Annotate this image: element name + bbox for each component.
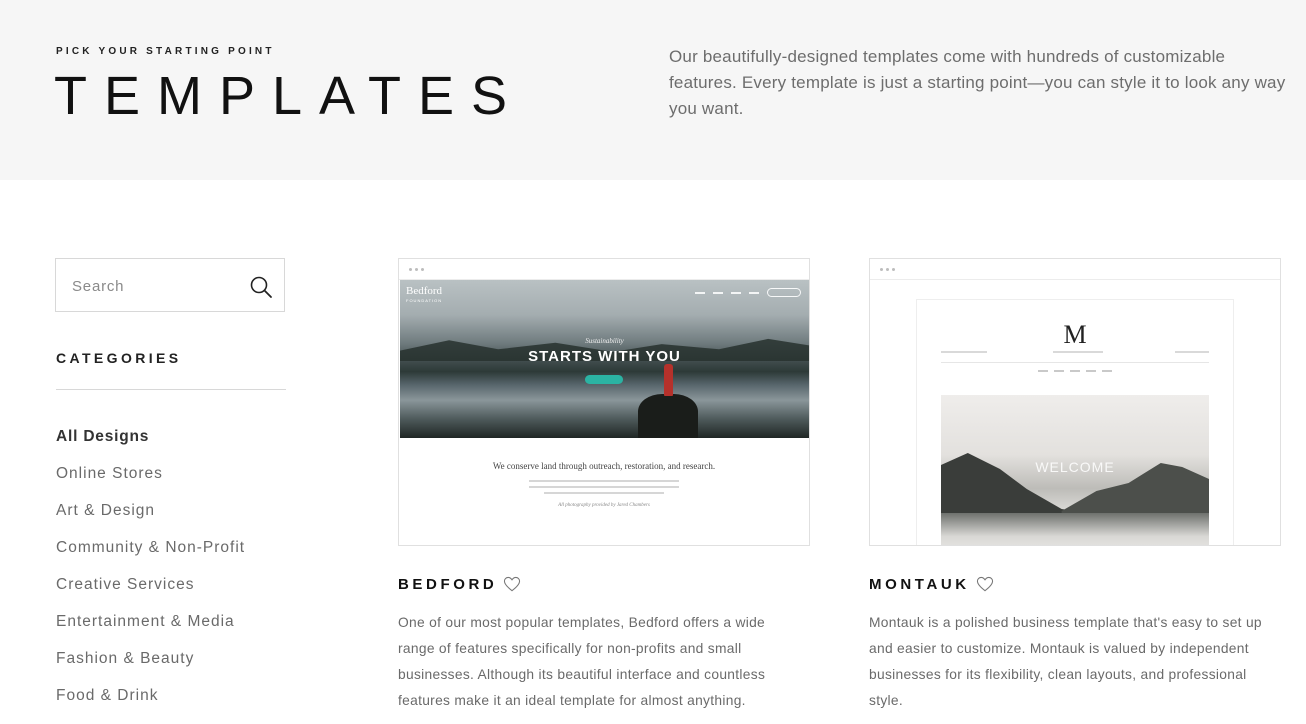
preview-body-title: We conserve land through outreach, resto… (492, 461, 716, 471)
preview-hero-image: WELCOME (941, 395, 1209, 545)
template-title-row: MONTAUK (869, 574, 994, 594)
preview-headline: STARTS WITH YOU (528, 348, 681, 365)
category-community-non-profit[interactable]: Community & Non-Profit (56, 535, 245, 572)
hero-description: Our beautifully-designed templates come … (669, 47, 1286, 118)
template-description: Montauk is a polished business template … (869, 615, 1262, 708)
search-box[interactable] (55, 258, 285, 312)
categories-divider (56, 389, 286, 390)
page-title: TEMPLATES (54, 66, 525, 126)
category-list: All Designs Online Stores Art & Design C… (56, 424, 245, 720)
template-name[interactable]: MONTAUK (869, 576, 970, 593)
category-creative-services[interactable]: Creative Services (56, 572, 245, 609)
template-description: One of our most popular templates, Bedfo… (398, 615, 766, 708)
preview-welcome-text: WELCOME (1035, 459, 1115, 475)
preview-kicker: Sustainability (585, 337, 624, 345)
browser-dots (409, 268, 424, 271)
template-name[interactable]: BEDFORD (398, 576, 497, 593)
preview-page-frame: M WELCOME (916, 299, 1234, 545)
preview-nav (695, 288, 801, 297)
preview-logo: M (1063, 320, 1087, 349)
template-card-montauk: M WELCOME MONTAUK Montauk is a polished … (869, 258, 1281, 708)
preview-logo: Bedford FOUNDATION (406, 285, 443, 304)
template-card-bedford: Bedford FOUNDATION Sustainability STARTS… (398, 258, 810, 708)
preview-person-figure (664, 364, 673, 396)
browser-dots (880, 268, 895, 271)
category-art-design[interactable]: Art & Design (56, 498, 245, 535)
category-fashion-beauty[interactable]: Fashion & Beauty (56, 646, 245, 683)
category-all-designs[interactable]: All Designs (56, 424, 245, 461)
hero-banner: PICK YOUR STARTING POINT TEMPLATES Our b… (0, 0, 1306, 180)
category-entertainment-media[interactable]: Entertainment & Media (56, 609, 245, 646)
heart-outline-icon[interactable] (976, 576, 994, 592)
category-food-drink[interactable]: Food & Drink (56, 683, 245, 720)
preview-credit: All photography provided by Jared Chambe… (558, 503, 650, 508)
preview-body-text (529, 480, 679, 498)
hero-eyebrow: PICK YOUR STARTING POINT (56, 46, 275, 57)
template-title-row: BEDFORD (398, 574, 521, 594)
search-input[interactable] (72, 275, 242, 297)
search-icon[interactable] (249, 275, 273, 299)
preview-learn-more-button (585, 375, 623, 384)
categories-heading: CATEGORIES (56, 350, 182, 366)
template-preview-bedford[interactable]: Bedford FOUNDATION Sustainability STARTS… (398, 258, 810, 546)
preview-nav (917, 370, 1233, 372)
preview-hero-image: Bedford FOUNDATION Sustainability STARTS… (400, 280, 809, 438)
category-online-stores[interactable]: Online Stores (56, 461, 245, 498)
heart-outline-icon[interactable] (503, 576, 521, 592)
template-preview-montauk[interactable]: M WELCOME (869, 258, 1281, 546)
